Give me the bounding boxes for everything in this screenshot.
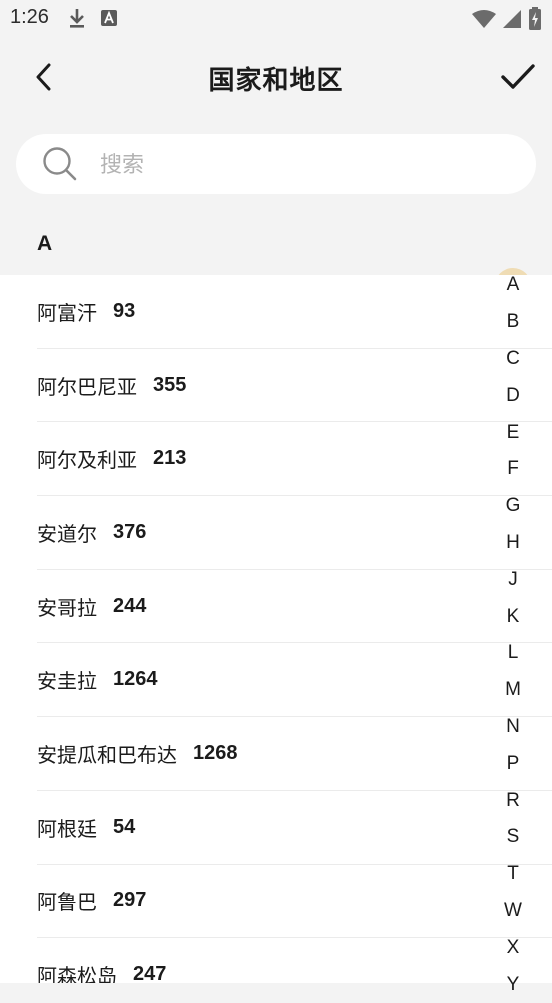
country-name: 阿富汗 — [37, 300, 97, 325]
alphabet-index[interactable]: A B C D E F G H J K L M N P R S T W X Y — [494, 267, 532, 1003]
country-name: 安提瓜和巴布达 — [37, 742, 177, 767]
list-item[interactable]: 阿富汗 93 — [37, 275, 552, 349]
list-item[interactable]: 安提瓜和巴布达 1268 — [37, 717, 552, 791]
alpha-letter[interactable]: N — [494, 709, 532, 746]
download-icon — [68, 7, 86, 33]
country-name: 阿尔巴尼亚 — [37, 374, 137, 399]
page-title: 国家和地区 — [208, 66, 344, 96]
search-box[interactable] — [16, 134, 536, 196]
list-item[interactable]: 安哥拉 244 — [37, 570, 552, 644]
confirm-button[interactable] — [498, 58, 538, 96]
country-code: 54 — [113, 815, 136, 838]
app-a-icon — [100, 9, 118, 31]
alpha-letter[interactable]: T — [494, 856, 532, 893]
alpha-letter[interactable]: L — [494, 635, 532, 672]
country-name: 安圭拉 — [37, 669, 97, 694]
country-name: 安道尔 — [37, 521, 97, 546]
country-code: 376 — [113, 520, 147, 543]
country-code: 1264 — [113, 668, 158, 691]
country-list[interactable]: 阿富汗 93 阿尔巴尼亚 355 阿尔及利亚 213 安道尔 376 安哥拉 2… — [0, 275, 552, 983]
alpha-letter[interactable]: B — [494, 304, 532, 341]
status-left-icons — [68, 7, 118, 33]
search-icon — [43, 147, 77, 181]
list-item[interactable]: 阿尔巴尼亚 355 — [37, 349, 552, 423]
country-code: 93 — [113, 299, 136, 322]
wifi-icon — [472, 9, 496, 33]
status-right-icons — [472, 7, 542, 35]
alpha-letter[interactable]: K — [494, 598, 532, 635]
alpha-letter[interactable]: R — [494, 782, 532, 819]
alpha-letter[interactable]: G — [494, 488, 532, 525]
alpha-letter[interactable]: J — [494, 561, 532, 598]
status-time: 1:26 — [10, 6, 49, 28]
list-item[interactable]: 阿根廷 54 — [37, 791, 552, 865]
signal-icon — [502, 9, 522, 33]
country-name: 阿森松岛 — [37, 964, 117, 983]
app-bar: 国家和地区 — [0, 38, 552, 118]
country-code: 297 — [113, 889, 147, 912]
search-input[interactable] — [98, 134, 502, 196]
alpha-letter[interactable]: E — [494, 414, 532, 451]
alpha-letter[interactable]: W — [494, 893, 532, 930]
alpha-letter[interactable]: M — [494, 672, 532, 709]
status-bar: 1:26 — [0, 0, 552, 38]
alpha-letter[interactable]: H — [494, 525, 532, 562]
alpha-letter[interactable]: D — [494, 377, 532, 414]
section-header: A — [37, 232, 53, 255]
country-code: 355 — [153, 373, 187, 396]
country-code: 244 — [113, 594, 147, 617]
list-item[interactable]: 安道尔 376 — [37, 496, 552, 570]
country-code: 247 — [133, 963, 167, 983]
alpha-letter[interactable]: A — [494, 267, 532, 304]
country-name: 安哥拉 — [37, 595, 97, 620]
country-name: 阿尔及利亚 — [37, 448, 137, 473]
alpha-letter[interactable]: Y — [494, 966, 532, 1003]
alpha-letter[interactable]: F — [494, 451, 532, 488]
country-code: 1268 — [193, 741, 238, 764]
list-item[interactable]: 安圭拉 1264 — [37, 643, 552, 718]
alpha-letter[interactable]: S — [494, 819, 532, 856]
country-name: 阿根廷 — [37, 816, 97, 841]
list-item[interactable]: 阿鲁巴 297 — [37, 865, 552, 939]
list-item[interactable]: 阿尔及利亚 213 — [37, 422, 552, 497]
list-item[interactable]: 阿森松岛 247 — [37, 938, 552, 983]
alpha-letter[interactable]: C — [494, 341, 532, 378]
country-name: 阿鲁巴 — [37, 890, 97, 915]
alpha-letter[interactable]: X — [494, 929, 532, 966]
country-code: 213 — [153, 447, 187, 470]
battery-charging-icon — [528, 7, 542, 35]
alpha-letter[interactable]: P — [494, 745, 532, 782]
checkmark-icon — [501, 64, 535, 89]
